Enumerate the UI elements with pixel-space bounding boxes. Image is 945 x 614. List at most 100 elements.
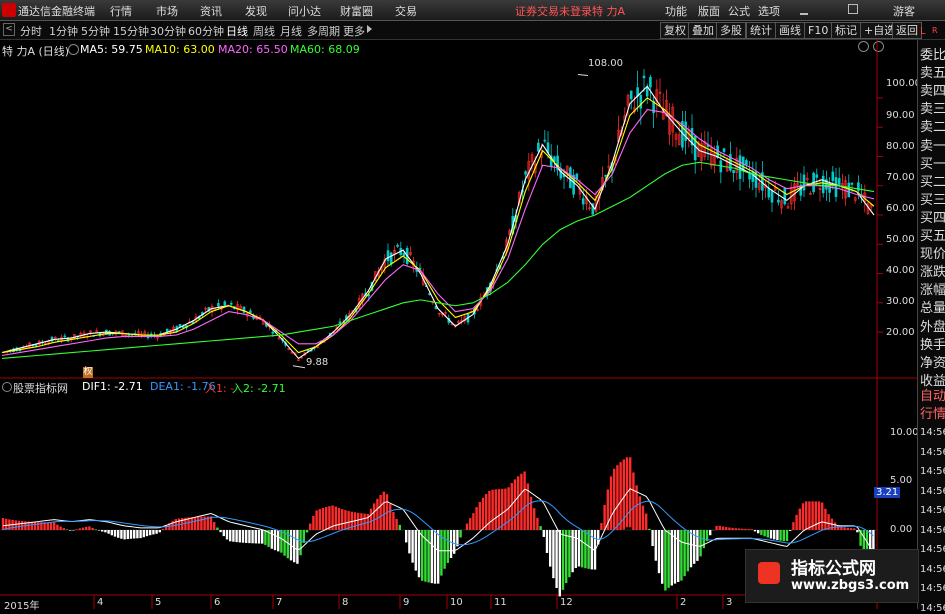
period-multi[interactable]: 多周期 [307, 23, 340, 39]
btn-back[interactable]: 返回 [892, 22, 922, 39]
menu-item-hangqing[interactable]: 行情 [110, 3, 132, 19]
period-daily[interactable]: 日线 [226, 23, 248, 39]
macd-bar [405, 530, 407, 542]
candle-body [249, 311, 251, 313]
menu-item-zixun[interactable]: 资讯 [200, 3, 222, 19]
period-monthly[interactable]: 月线 [280, 23, 302, 39]
maximize-icon[interactable] [848, 4, 858, 14]
macd-bar [757, 530, 759, 533]
macd-bar [770, 530, 772, 539]
macd-bar [767, 530, 769, 538]
minimize-icon[interactable] [800, 5, 808, 15]
macd-bar [536, 518, 538, 530]
dif-label: DIF1: -2.71 [82, 380, 143, 393]
indicator-name[interactable]: 股票指标网 [13, 380, 68, 396]
watermark-title: 指标公式网 [791, 554, 876, 579]
btn-fuquan[interactable]: 复权 [660, 22, 690, 39]
macd-bar [306, 530, 308, 532]
macd-bar [418, 530, 420, 577]
panel-item: 自动 [920, 385, 945, 404]
trade-login-status[interactable]: 证券交易未登录 [515, 3, 592, 19]
period-15min[interactable]: 15分钟 [113, 23, 149, 39]
menu-item-jiaoyi[interactable]: 交易 [395, 3, 417, 19]
macd-bar [328, 506, 330, 530]
macd-bar [539, 526, 541, 530]
ma-line-ma60 [2, 162, 874, 358]
chevron-right-icon[interactable] [367, 25, 372, 33]
macd-bar [754, 530, 756, 531]
period-30min[interactable]: 30分钟 [150, 23, 186, 39]
period-more[interactable]: 更多 [343, 23, 365, 39]
menu-item-caifuquan[interactable]: 财富圈 [340, 3, 373, 19]
macd-bar [123, 530, 125, 539]
macd-bar [219, 530, 221, 532]
macd-bar [639, 496, 641, 530]
candle-body [217, 303, 219, 306]
btn-duogu[interactable]: 多股 [716, 22, 746, 39]
macd-bar [725, 527, 727, 530]
menu-item-xuanxiang[interactable]: 选项 [758, 3, 780, 19]
menu-item-faxian[interactable]: 发现 [245, 3, 267, 19]
macd-bar [82, 528, 84, 530]
menu-item-wenxiaoda[interactable]: 问小达 [288, 3, 321, 19]
macd-bar [18, 521, 20, 530]
macd-bar [792, 522, 794, 530]
macd-bar [322, 508, 324, 530]
macd-bar [271, 530, 273, 549]
app-logo-icon [2, 3, 16, 17]
macd-bar [667, 530, 669, 588]
macd-bar [613, 469, 615, 530]
menu-item-gongshi[interactable]: 公式 [728, 3, 750, 19]
candle-body [397, 245, 399, 246]
ex-rights-marker[interactable]: 权 [83, 367, 93, 378]
kline-chart[interactable] [0, 40, 917, 609]
btn-huaxian[interactable]: 画线 [775, 22, 805, 39]
macd-bar [431, 530, 433, 583]
menu-item-banmian[interactable]: 版面 [698, 3, 720, 19]
btn-diejia[interactable]: 叠加 [688, 22, 718, 39]
macd-bar [677, 530, 679, 582]
candle-body [745, 160, 747, 164]
macd-bar [139, 530, 141, 538]
macd-bar [229, 530, 231, 541]
macd-tick-10: 10.00 [890, 427, 919, 438]
period-1min[interactable]: 1分钟 [49, 23, 78, 39]
macd-bar [815, 501, 817, 530]
macd-bar [475, 507, 477, 530]
chevron-left-icon[interactable]: < [3, 23, 15, 36]
x-tick: 8 [342, 597, 348, 608]
period-60min[interactable]: 60分钟 [188, 23, 224, 39]
btn-tongji[interactable]: 统计 [746, 22, 776, 39]
macd-bar [555, 530, 557, 588]
quote-side-panel: L R 委比卖五卖四卖三卖二卖一买一买二买三买四买五现价涨跌涨幅总量外盘换手净资… [917, 40, 945, 609]
macd-bar [671, 530, 673, 586]
guest-user-label[interactable]: 游客 [893, 3, 915, 19]
macd-bar [578, 530, 580, 566]
period-fenshi[interactable]: 分时 [20, 23, 42, 39]
btn-biaoji[interactable]: 标记 [831, 22, 861, 39]
period-weekly[interactable]: 周线 [253, 23, 275, 39]
candle-body [230, 303, 232, 304]
indicator-settings-icon[interactable] [2, 382, 12, 392]
macd-bar [629, 457, 631, 527]
btn-f10[interactable]: F10 [804, 22, 832, 39]
macd-bar [133, 530, 135, 539]
menu-item-gongneng[interactable]: 功能 [665, 3, 687, 19]
macd-bar [258, 530, 260, 544]
macd-bar [293, 530, 295, 562]
menu-item-shichang[interactable]: 市场 [156, 3, 178, 19]
panel-item: 14:56 [920, 486, 945, 497]
candle-body [835, 177, 837, 196]
macd-bar [197, 517, 199, 530]
macd-bar [795, 515, 797, 530]
macd-bar [747, 529, 749, 530]
macd-bar [191, 517, 193, 530]
macd-bar [79, 528, 81, 530]
panel-item: 卖一 [920, 135, 945, 154]
macd-bar [399, 525, 401, 530]
period-5min[interactable]: 5分钟 [81, 23, 110, 39]
macd-bar [779, 530, 781, 541]
candle-body [390, 253, 392, 264]
panel-item: 卖五 [920, 62, 945, 81]
y-tick-90: 90.00 [886, 110, 915, 121]
